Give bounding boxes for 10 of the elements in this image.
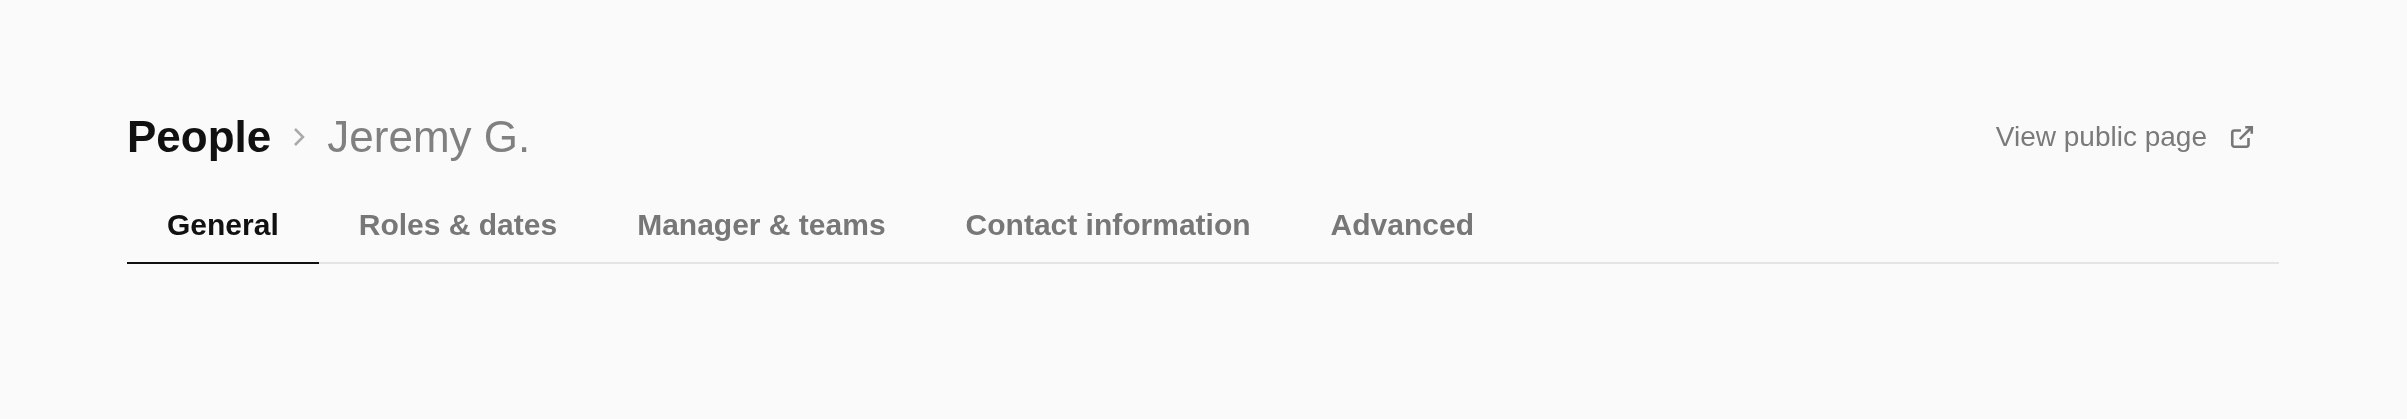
view-public-page-link[interactable]: View public page (1995, 121, 2255, 153)
tab[interactable]: Roles & dates (318, 196, 598, 264)
tab[interactable]: General (127, 196, 319, 264)
tab[interactable]: Contact information (925, 196, 1291, 264)
page-title: Jeremy G. (327, 112, 531, 162)
tab[interactable]: Manager & teams (597, 196, 926, 264)
tab[interactable]: Advanced (1290, 196, 1514, 264)
external-link-icon (2229, 124, 2255, 150)
chevron-right-icon (293, 127, 306, 147)
breadcrumb-link[interactable]: People (127, 112, 272, 162)
